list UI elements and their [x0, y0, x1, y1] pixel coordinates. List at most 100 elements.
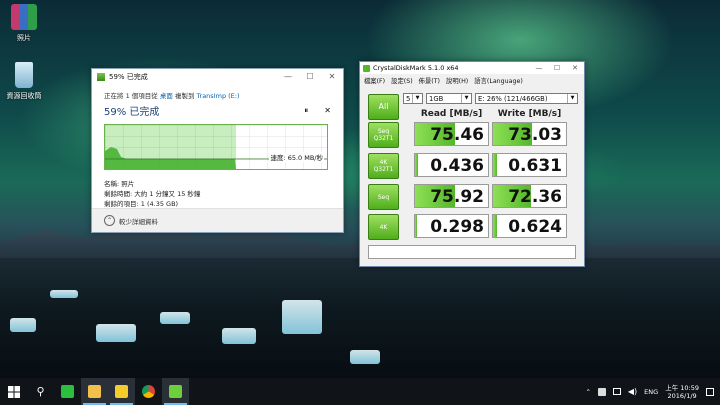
windows-icon: [7, 385, 20, 398]
test-button-1[interactable]: 4K Q32T1: [368, 153, 399, 179]
test-size-select[interactable]: 1GB ▼: [426, 93, 472, 104]
taskbar-app-2[interactable]: [108, 378, 135, 405]
taskbar-app-0[interactable]: [54, 378, 81, 405]
copy-dialog-titlebar[interactable]: 59% 已完成 — ☐ ✕: [92, 69, 343, 84]
recycle-bin-icon: [15, 62, 33, 88]
input-language[interactable]: ENG: [644, 388, 658, 396]
read-header: Read [MB/s]: [420, 109, 483, 119]
crystaldiskmark-icon: [169, 385, 182, 398]
crystaldiskmark-window: CrystalDiskMark 5.1.0 x64 — ☐ ✕ 檔案(F) 設定…: [359, 61, 585, 267]
clock[interactable]: 上午 10:59 2016/1/9: [665, 384, 699, 400]
write-header: Write [MB/s]: [497, 109, 562, 119]
test-button-3[interactable]: 4K: [368, 214, 399, 240]
wallpaper-ice: [10, 318, 36, 332]
system-tray: ⌃ ◀) ENG 上午 10:59 2016/1/9: [585, 384, 720, 400]
test-count-select[interactable]: 5 ▼: [403, 93, 423, 104]
menu-file[interactable]: 檔案(F): [364, 76, 385, 85]
taskbar-app-4[interactable]: [162, 378, 189, 405]
write-value-3: 0.624: [508, 217, 562, 237]
read-value-3: 0.298: [430, 217, 484, 237]
minimize-button[interactable]: —: [277, 69, 299, 84]
taskbar: ⚲ ⌃ ◀) ENG 上午 10:59 2016/1/9: [0, 378, 720, 405]
cdm-app-icon: [363, 64, 370, 72]
taskbar-app-1[interactable]: [81, 378, 108, 405]
read-result-0: 75.46: [414, 122, 489, 146]
read-value-1: 0.436: [430, 156, 484, 176]
copy-progress-dialog: 59% 已完成 — ☐ ✕ 正在將 1 個項目從 桌面 複製到 TransImp…: [91, 68, 344, 233]
read-result-2: 75.92: [414, 184, 489, 208]
chrome-icon: [142, 385, 155, 398]
read-bar-1: [415, 154, 418, 176]
write-result-2: 72.36: [492, 184, 567, 208]
write-bar-1: [493, 154, 497, 176]
wallpaper-ice: [350, 350, 380, 364]
cdm-titlebar[interactable]: CrystalDiskMark 5.1.0 x64 — ☐ ✕: [360, 62, 584, 74]
menu-language[interactable]: 語言(Language): [474, 76, 523, 85]
taskbar-app-3[interactable]: [135, 378, 162, 405]
wallpaper-ice: [222, 328, 256, 344]
dropdown-arrow-icon: ▼: [461, 94, 471, 103]
tray-expand-icon[interactable]: ⌃: [585, 388, 590, 396]
progress-heading: 59% 已完成: [104, 107, 160, 118]
write-value-1: 0.631: [508, 156, 562, 176]
cdm-menubar: 檔案(F) 設定(S) 佈景(T) 說明(H) 語言(Language): [360, 74, 584, 86]
time-remaining: 剩餘時間: 大約 1 分鐘又 15 秒鐘: [104, 190, 201, 198]
source-link[interactable]: 桌面: [160, 92, 173, 100]
notification-icon[interactable]: [706, 387, 714, 396]
speed-curve: [105, 147, 327, 169]
write-result-0: 73.03: [492, 122, 567, 146]
wallpaper-ice: [282, 300, 322, 334]
cdm-title: CrystalDiskMark 5.1.0 x64: [373, 64, 459, 72]
write-value-2: 72.36: [508, 187, 562, 207]
transfer-speed-graph: 速度: 65.0 MB/秒: [104, 124, 328, 170]
drive-select[interactable]: E: 26% (121/466GB) ▼: [475, 93, 578, 104]
search-icon: ⚲: [36, 385, 45, 398]
read-value-2: 75.92: [430, 187, 484, 207]
desktop-icon-recycle-bin[interactable]: 資源回收筒: [0, 62, 48, 101]
read-result-1: 0.436: [414, 153, 489, 177]
norton-icon: [115, 385, 128, 398]
copy-icon: [97, 72, 105, 81]
winrar-folder-icon: [11, 4, 37, 30]
read-value-0: 75.46: [430, 125, 484, 145]
start-button[interactable]: [0, 378, 27, 405]
write-bar-3: [493, 215, 497, 237]
pause-button[interactable]: ⏸: [304, 106, 308, 116]
copy-dialog-title: 59% 已完成: [109, 72, 148, 81]
file-explorer-icon: [88, 385, 101, 398]
speed-label: 速度: 65.0 MB/秒: [269, 152, 324, 162]
cancel-button[interactable]: ✕: [324, 106, 331, 116]
chevron-up-icon: ⌃: [104, 215, 115, 226]
close-button[interactable]: ✕: [321, 69, 343, 84]
all-button[interactable]: All: [368, 94, 399, 120]
close-button[interactable]: ✕: [566, 62, 584, 74]
volume-icon[interactable]: ◀): [628, 387, 637, 396]
menu-theme[interactable]: 佈景(T): [419, 76, 440, 85]
maximize-button[interactable]: ☐: [548, 62, 566, 74]
menu-help[interactable]: 說明(H): [446, 76, 468, 85]
file-name: 名稱: 照片: [104, 180, 135, 188]
search-button[interactable]: ⚲: [27, 378, 54, 405]
wallpaper-ice: [160, 312, 190, 324]
details-toggle-label: 較少詳細資料: [119, 217, 158, 226]
read-bar-3: [415, 215, 418, 237]
network-icon[interactable]: [612, 388, 621, 395]
test-button-0[interactable]: Seq Q32T1: [368, 122, 399, 148]
line-icon: [61, 385, 74, 398]
copy-description: 正在將 1 個項目從 桌面 複製到 TransImp (E:): [104, 92, 240, 100]
dropdown-arrow-icon: ▼: [412, 94, 422, 103]
tray-app-icon[interactable]: [597, 387, 606, 396]
destination-link[interactable]: TransImp (E:): [197, 92, 240, 100]
read-result-3: 0.298: [414, 214, 489, 238]
desktop-icon-photos[interactable]: 照片: [0, 4, 48, 43]
test-button-2[interactable]: Seq: [368, 184, 399, 210]
comment-field[interactable]: [368, 245, 576, 259]
maximize-button[interactable]: ☐: [299, 69, 321, 84]
dropdown-arrow-icon: ▼: [567, 94, 577, 103]
menu-settings[interactable]: 設定(S): [391, 76, 413, 85]
write-result-3: 0.624: [492, 214, 567, 238]
details-toggle[interactable]: ⌃ 較少詳細資料: [92, 208, 343, 232]
write-value-0: 73.03: [508, 125, 562, 145]
minimize-button[interactable]: —: [530, 62, 548, 74]
wallpaper-ice: [96, 324, 136, 342]
